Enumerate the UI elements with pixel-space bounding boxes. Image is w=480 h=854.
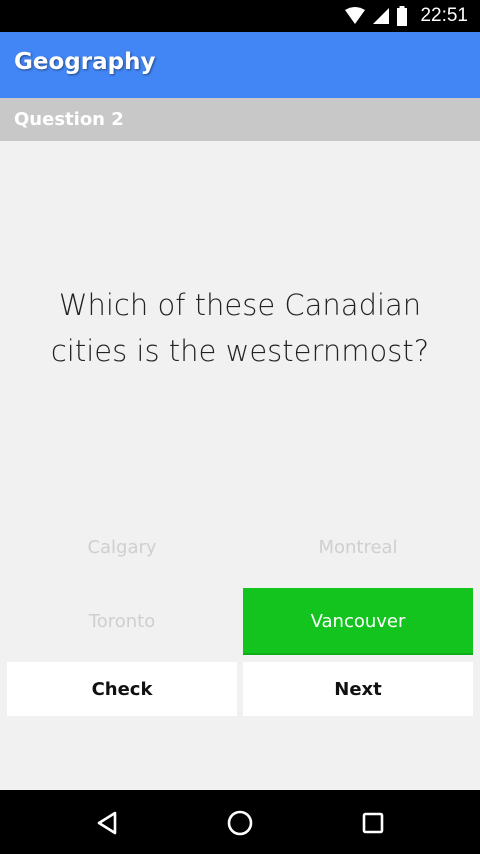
wifi-icon	[345, 7, 366, 24]
answer-option-calgary[interactable]: Calgary	[7, 514, 237, 581]
answer-option-vancouver[interactable]: Vancouver	[243, 588, 473, 655]
answer-option-montreal[interactable]: Montreal	[243, 514, 473, 581]
status-bar: 22:51	[0, 0, 480, 32]
next-button[interactable]: Next	[243, 662, 473, 716]
answer-label: Montreal	[318, 537, 398, 558]
back-icon	[97, 811, 117, 835]
home-button[interactable]	[222, 805, 258, 841]
app-title: Geography	[14, 49, 156, 75]
back-button[interactable]	[89, 805, 125, 841]
answer-option-toronto[interactable]: Toronto	[7, 588, 237, 655]
answer-label: Vancouver	[310, 611, 406, 632]
recents-icon	[362, 812, 384, 834]
answer-label: Calgary	[87, 537, 157, 558]
answer-label: Toronto	[88, 611, 156, 632]
cell-signal-icon	[373, 8, 390, 24]
question-header: Question 2	[0, 98, 480, 141]
status-icons: 22:51	[344, 0, 468, 32]
recents-button[interactable]	[355, 805, 391, 841]
check-button[interactable]: Check	[7, 662, 237, 716]
question-line-1: Which of these Canadian	[58, 288, 422, 322]
navigation-bar	[0, 790, 480, 854]
question-text: Which of these Canadian cities is the we…	[20, 282, 460, 374]
home-icon	[227, 810, 253, 836]
status-time: 22:51	[420, 5, 468, 26]
battery-icon	[397, 6, 408, 26]
app-bar: Geography	[0, 32, 480, 98]
question-number: Question 2	[14, 109, 124, 130]
question-line-2: cities is the westernmost?	[50, 334, 430, 368]
